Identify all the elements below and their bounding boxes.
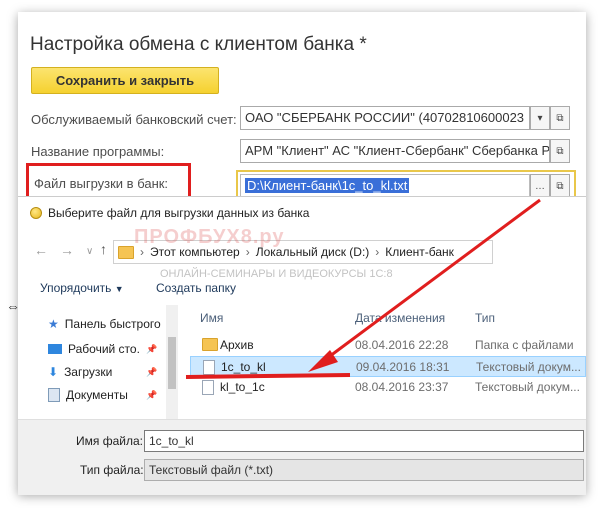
program-open-button[interactable]: ⧉ xyxy=(550,139,570,163)
file-dialog: Выберите файл для выгрузки данных из бан… xyxy=(18,196,586,495)
documents-icon xyxy=(48,388,60,402)
desktop-icon xyxy=(48,344,62,354)
open-icon: ⧉ xyxy=(556,180,564,192)
program-label: Название программы: xyxy=(31,144,165,159)
navigation-row: ← → ∨ ↑ › Этот компьютер › Локальный дис… xyxy=(18,234,586,268)
pin-icon[interactable]: 📌 xyxy=(146,367,157,378)
chevron-down-icon: ▾ xyxy=(537,112,543,124)
watermark-logo: ПРОФБУХ8.ру xyxy=(134,226,285,248)
sidebar-scrollbar-thumb[interactable] xyxy=(168,337,176,389)
up-arrow-icon[interactable]: ↑ xyxy=(100,241,107,257)
star-icon: ★ xyxy=(48,317,59,331)
open-icon: ⧉ xyxy=(556,145,564,157)
pin-icon[interactable]: 📌 xyxy=(146,390,157,401)
download-icon: ⬇ xyxy=(48,365,59,379)
watermark-subtitle: ОНЛАЙН-СЕМИНАРЫ И ВИДЕОКУРСЫ 1С:8 xyxy=(160,268,393,280)
new-folder-button[interactable]: Создать папку xyxy=(156,281,236,295)
account-open-button[interactable]: ⧉ xyxy=(550,106,570,130)
file-open-button[interactable]: ⧉ xyxy=(550,174,570,198)
organize-button[interactable]: Упорядочить ▼ xyxy=(40,281,124,295)
filename-label: Имя файла: xyxy=(76,434,143,448)
sidebar-item-desktop[interactable]: Рабочий сто. xyxy=(48,342,140,356)
forward-arrow-icon[interactable]: → xyxy=(60,242,74,258)
column-header-type[interactable]: Тип xyxy=(475,311,495,325)
folder-icon xyxy=(202,338,218,354)
dialog-title: Выберите файл для выгрузки данных из бан… xyxy=(48,206,310,220)
dialog-footer: Имя файла: 1c_to_kl Тип файла: Текстовый… xyxy=(18,419,586,495)
text-file-icon xyxy=(202,380,214,398)
resize-cursor-icon: ⇔ xyxy=(6,298,20,314)
save-and-close-button[interactable]: Сохранить и закрыть xyxy=(31,67,219,94)
sidebar-item-quick-access[interactable]: ★ Панель быстрого xyxy=(48,317,161,331)
chevron-down-icon: ▼ xyxy=(114,284,124,294)
breadcrumb-separator: › xyxy=(375,245,380,259)
text-file-icon xyxy=(203,360,215,378)
dialog-titlebar: Выберите файл для выгрузки данных из бан… xyxy=(30,206,309,220)
ellipsis-icon: … xyxy=(535,180,545,192)
account-field[interactable]: ОАО "СБЕРБАНК РОССИИ" (40702810600023 xyxy=(240,106,530,130)
back-arrow-icon[interactable]: ← xyxy=(34,242,48,258)
file-row[interactable]: kl_to_1c 08.04.2016 23:37 Текстовый доку… xyxy=(190,377,586,398)
file-path-field[interactable]: D:\Клиент-банк\1c_to_kl.txt xyxy=(240,174,530,198)
filetype-label: Тип файла: xyxy=(80,463,144,477)
filename-input[interactable]: 1c_to_kl xyxy=(144,430,584,452)
column-header-date[interactable]: Дата изменения xyxy=(355,311,445,325)
file-list: Имя Дата изменения Тип Архив 08.04.2016 … xyxy=(190,305,586,425)
program-field[interactable]: АРМ "Клиент" АС "Клиент-Сбербанк" Сберба… xyxy=(240,139,550,163)
breadcrumb-item[interactable]: Клиент-банк xyxy=(385,245,454,259)
file-browse-button[interactable]: … xyxy=(530,174,550,198)
sidebar-item-downloads[interactable]: ⬇ Загрузки xyxy=(48,365,112,379)
filetype-select[interactable]: Текстовый файл (*.txt) xyxy=(144,459,584,481)
app-icon xyxy=(30,207,42,219)
dialog-toolbar: Упорядочить ▼ Создать папку xyxy=(18,277,586,301)
file-path-selected-text: D:\Клиент-банк\1c_to_kl.txt xyxy=(245,178,410,193)
file-row-selected[interactable]: 1c_to_kl 09.04.2016 18:31 Текстовый доку… xyxy=(190,356,586,377)
file-row[interactable]: Архив 08.04.2016 22:28 Папка с файлами xyxy=(190,335,586,356)
folder-icon xyxy=(118,245,134,259)
history-dropdown-icon[interactable]: ∨ xyxy=(86,246,93,257)
pin-icon[interactable]: 📌 xyxy=(146,344,157,355)
account-label: Обслуживаемый банковский счет: xyxy=(31,112,237,127)
open-icon: ⧉ xyxy=(556,112,564,124)
account-dropdown-button[interactable]: ▾ xyxy=(530,106,550,130)
navigation-pane: ★ Панель быстрого Рабочий сто. 📌 ⬇ Загру… xyxy=(18,305,178,425)
file-label: Файл выгрузки в банк: xyxy=(34,176,169,191)
page-title: Настройка обмена с клиентом банка * xyxy=(30,34,367,55)
column-header-name[interactable]: Имя xyxy=(200,311,223,325)
sidebar-item-documents[interactable]: Документы xyxy=(48,388,128,402)
